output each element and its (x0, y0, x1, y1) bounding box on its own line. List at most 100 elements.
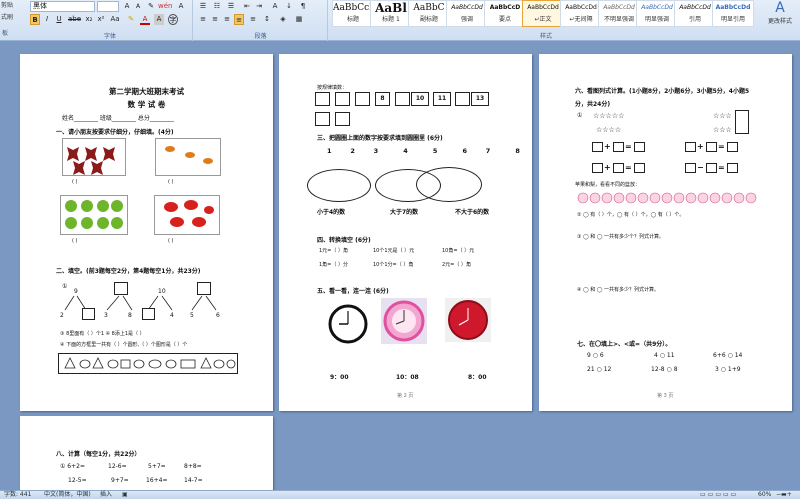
insert-mode[interactable]: 插入 (100, 491, 112, 499)
answer-paren: ( ) (168, 238, 174, 244)
font-size-input[interactable] (97, 1, 119, 12)
phonetic-icon[interactable]: wén (158, 1, 172, 12)
justify-icon[interactable]: ≡ (234, 14, 244, 25)
shading-icon[interactable]: ◈ (278, 14, 288, 25)
language-indicator[interactable]: 中文(简体，中国) (44, 491, 91, 499)
font-color-icon[interactable]: A (140, 14, 150, 25)
sort-icon[interactable]: ↓ (284, 1, 294, 12)
distribute-icon[interactable]: ≡ (248, 14, 258, 25)
bold-button[interactable]: B (30, 14, 40, 25)
seq-box[interactable] (395, 92, 410, 106)
style-normal[interactable]: AaBbCcDd ↵正文 (522, 0, 564, 27)
superscript-button[interactable]: x² (96, 14, 106, 25)
highlight-icon[interactable]: ✎ (126, 14, 136, 25)
red-clock-icon (448, 300, 488, 340)
subscript-button[interactable]: x₂ (84, 14, 94, 25)
eq-box[interactable] (613, 163, 624, 173)
underline-button[interactable]: U (54, 14, 64, 25)
style-preview: AaBbCcDd (333, 3, 373, 13)
style-name: 引用 (688, 16, 701, 23)
goldfish-image (155, 138, 221, 176)
style-subtle-emphasis[interactable]: AaBbCcDd 不明显强调 (598, 0, 640, 27)
style-heading-1[interactable]: AaBl 标题 1 (370, 0, 412, 27)
seq-box[interactable] (455, 92, 470, 106)
style-no-spacing[interactable]: AaBbCcDd ↵无间隔 (560, 0, 602, 27)
paragraph-group: ☰ ☷ ☰ ⇤ ⇥ A ↓ ¶ ≡ ≡ ≡ ≡ ≡ ↕ ◈ ▦ 段落 (194, 0, 328, 41)
shrink-font-icon[interactable]: A (133, 1, 143, 12)
multilevel-list-icon[interactable]: ☰ (226, 1, 236, 12)
char-border-icon[interactable]: A (176, 1, 186, 12)
clear-format-icon[interactable]: ✎ (146, 1, 156, 12)
char-shading-icon[interactable]: A (154, 14, 164, 25)
chinese-layout-icon[interactable]: A (270, 1, 280, 12)
numbering-icon[interactable]: ☷ (212, 1, 222, 12)
compare-circle[interactable]: ○ (726, 352, 735, 359)
style-intense-emphasis[interactable]: AaBbCcDd 明显强调 (636, 0, 678, 27)
eq-box[interactable] (685, 142, 696, 152)
line-spacing-icon[interactable]: ↕ (262, 14, 272, 25)
strike-button[interactable]: abe (68, 14, 81, 25)
show-marks-icon[interactable]: ¶ (298, 1, 308, 12)
answer-box[interactable] (142, 308, 155, 320)
view-buttons[interactable]: ▭▭▭▭▭ (700, 491, 738, 499)
format-painter-button[interactable]: 式刷 (1, 12, 28, 24)
tree-leaf-number: 8 (128, 312, 132, 319)
style-emphasis[interactable]: AaBbCcDd 强调 (446, 0, 488, 27)
italic-button[interactable]: I (42, 14, 52, 25)
bullets-icon[interactable]: ☰ (198, 1, 208, 12)
enclose-char-icon[interactable]: 字 (168, 14, 178, 25)
align-center-icon[interactable]: ≡ (210, 14, 220, 25)
seq-box[interactable] (355, 92, 370, 106)
tree-leaf-number: 3 (104, 312, 108, 319)
answer-oval[interactable] (307, 169, 371, 202)
borders-icon[interactable]: ▦ (294, 14, 304, 25)
style-subtitle[interactable]: AaBbC 副标题 (408, 0, 450, 27)
eq-box[interactable] (634, 142, 645, 152)
change-case-icon[interactable]: Aa (110, 14, 120, 25)
answer-oval[interactable] (416, 167, 482, 202)
compare-circle[interactable]: ○ (665, 366, 674, 373)
seq-box[interactable] (315, 92, 330, 106)
eq-box[interactable] (706, 163, 717, 173)
eq-box[interactable] (685, 163, 696, 173)
change-style-button[interactable]: A 更改样式 (760, 0, 800, 41)
conv-cell: 2元=（ ）角 (442, 262, 471, 268)
align-right-icon[interactable]: ≡ (222, 14, 232, 25)
increase-indent-icon[interactable]: ⇥ (254, 1, 264, 12)
compare-circle[interactable]: ○ (595, 366, 604, 373)
compare-left: 21 (587, 366, 595, 373)
seq-box[interactable] (335, 112, 350, 126)
word-count[interactable]: 字数: 441 (4, 491, 31, 499)
eq-box[interactable] (613, 142, 624, 152)
style-title[interactable]: AaBbCcDd 标题 (332, 0, 374, 27)
eq-box[interactable] (727, 163, 738, 173)
peppers-icon (164, 200, 214, 227)
zoom-slider[interactable]: −▬+ (776, 491, 792, 499)
font-name-input[interactable]: 黑体 (30, 1, 95, 12)
plus-sign: + (697, 142, 704, 151)
style-intense-quote[interactable]: AaBbCcDd 明显引用 (712, 0, 754, 27)
seq-box[interactable] (315, 112, 330, 126)
eq-box[interactable] (727, 142, 738, 152)
style-strong[interactable]: AaBbCcD 要点 (484, 0, 526, 27)
eq-box[interactable] (706, 142, 717, 152)
equal-sign: = (718, 142, 725, 151)
compare-circle[interactable]: ○ (658, 352, 667, 359)
zoom-level[interactable]: 60% (758, 491, 771, 499)
answer-box[interactable] (82, 308, 95, 320)
style-name: 明显强调 (644, 16, 669, 23)
compare-circle[interactable]: ○ (591, 352, 600, 359)
decrease-indent-icon[interactable]: ⇤ (242, 1, 252, 12)
compare-circle[interactable]: ○ (719, 366, 728, 373)
answer-paren: ( ) (72, 179, 78, 185)
eq-box[interactable] (634, 163, 645, 173)
eq-box[interactable] (592, 142, 603, 152)
eq-box[interactable] (592, 163, 603, 173)
macro-icon[interactable]: ▣ (122, 491, 128, 499)
seq-box[interactable] (335, 92, 350, 106)
align-left-icon[interactable]: ≡ (198, 14, 208, 25)
cut-button[interactable]: 剪贴 (1, 0, 28, 12)
shapes-icon (64, 357, 236, 369)
grow-font-icon[interactable]: A (122, 1, 132, 12)
style-quote[interactable]: AaBbCcDd 引用 (674, 0, 716, 27)
